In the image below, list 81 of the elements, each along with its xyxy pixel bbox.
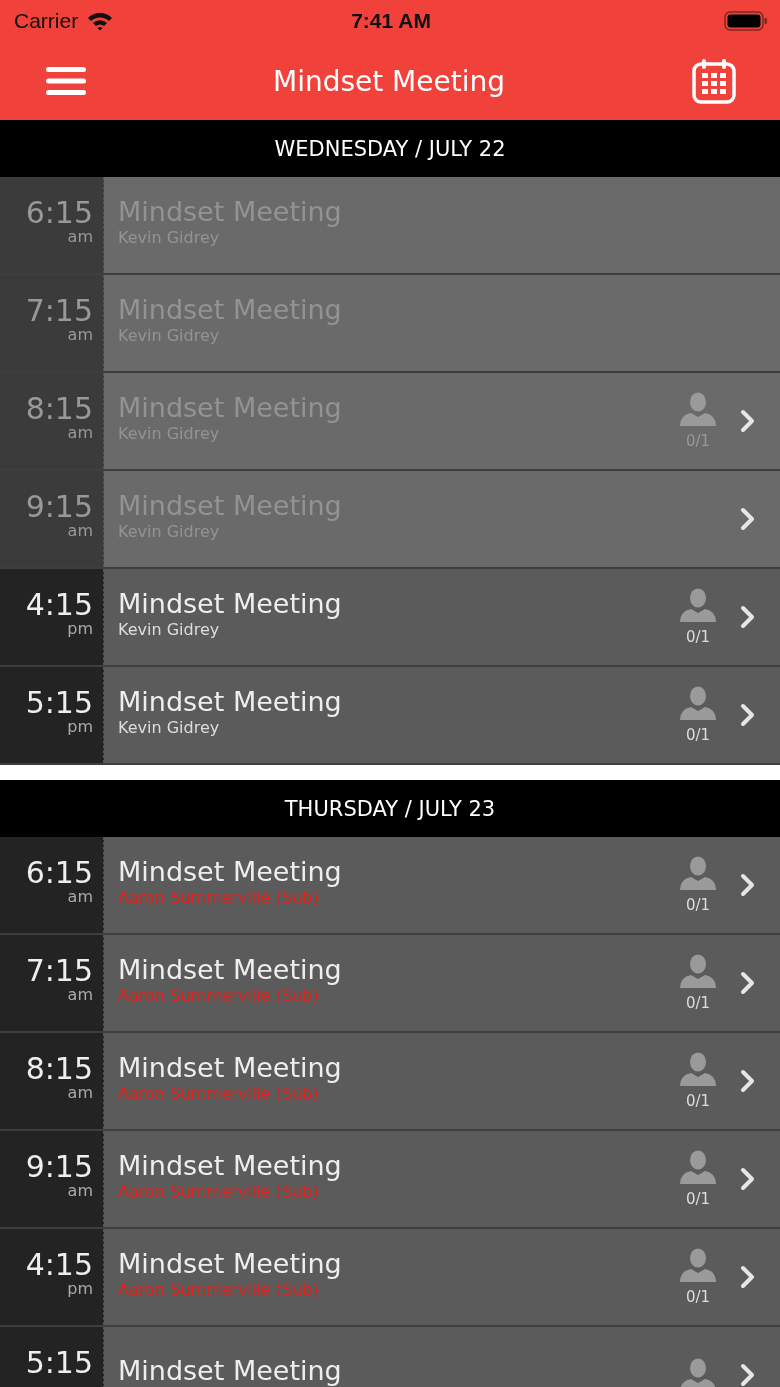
instructor-name: Aaron Summerville (Sub) [118, 889, 320, 907]
spots-count: 0/1 [685, 726, 711, 744]
session-row[interactable]: 4:15 pm Mindset Meeting Aaron Summerville (Sub) 0/1 [0, 1229, 780, 1327]
session-title: Mindset Meeting [118, 1149, 343, 1183]
session-meridiem: pm [67, 719, 93, 735]
session-row[interactable]: 6:15 am Mindset Meeting Aaron Summerville (Sub) 0/1 [0, 837, 780, 935]
instructor-name: Aaron Summerville (Sub) [118, 987, 320, 1005]
spots-count: 0/1 [685, 1092, 711, 1110]
session-meridiem: am [67, 889, 93, 905]
chevron-icon[interactable] [740, 873, 756, 897]
session-meridiem: am [67, 425, 93, 441]
session-row[interactable]: 4:15 pm Mindset Meeting Kevin Gidrey 0/1 [0, 569, 780, 667]
spots-count: 0/1 [685, 994, 711, 1012]
spots-count: 0/1 [685, 1190, 711, 1208]
session-time: 4:15 [25, 589, 93, 621]
session-time: 8:15 [25, 393, 93, 425]
session-row[interactable]: 5:15 Mindset Meeting [0, 1327, 780, 1387]
session-time: 8:15 [25, 1053, 93, 1085]
chevron-icon[interactable] [740, 1167, 756, 1191]
person-icon [679, 1248, 717, 1282]
session-title: Mindset Meeting [118, 685, 343, 719]
instructor-name: Kevin Gidrey [118, 621, 221, 639]
session-time: 7:15 [25, 295, 93, 327]
chevron-icon[interactable] [740, 1265, 756, 1289]
session-meridiem: pm [67, 621, 93, 637]
session-time: 4:15 [25, 1249, 93, 1281]
session-title: Mindset Meeting [118, 587, 343, 621]
session-time: 5:15 [25, 687, 93, 719]
session-meridiem: pm [67, 1281, 93, 1297]
person-icon [679, 686, 717, 720]
person-icon [679, 1150, 717, 1184]
session-meridiem: am [67, 1085, 93, 1101]
session-meridiem: am [67, 327, 93, 343]
chevron-icon[interactable] [740, 703, 756, 727]
chevron-icon[interactable] [740, 1069, 756, 1093]
carrier-name: Carrier [14, 9, 79, 33]
session-meridiem: am [67, 523, 93, 539]
session-meridiem: am [67, 229, 93, 245]
session-time: 7:15 [25, 955, 93, 987]
menu-icon[interactable] [46, 66, 86, 96]
chevron-icon[interactable] [740, 1363, 756, 1387]
instructor-name: Aaron Summerville (Sub) [118, 1183, 320, 1201]
session-time: 6:15 [25, 197, 93, 229]
session-row[interactable]: 5:15 pm Mindset Meeting Kevin Gidrey 0/1 [0, 667, 780, 765]
person-icon [679, 392, 717, 426]
person-icon [679, 1358, 717, 1387]
instructor-name: Aaron Summerville (Sub) [118, 1281, 320, 1299]
day-header: WEDNESDAY / JULY 22 [0, 120, 780, 177]
person-icon [679, 1052, 717, 1086]
session-title: Mindset Meeting [118, 1247, 343, 1281]
calendar-icon[interactable] [692, 58, 736, 104]
session-time: 9:15 [25, 1151, 93, 1183]
spots-count: 0/1 [685, 1288, 711, 1306]
wifi-icon [86, 11, 115, 31]
session-meridiem: am [67, 1183, 93, 1199]
session-title: Mindset Meeting [118, 855, 343, 889]
person-icon [679, 954, 717, 988]
session-time: 5:15 [25, 1347, 93, 1379]
screen-title: Mindset Meeting [272, 64, 505, 98]
spots-count: 0/1 [685, 628, 711, 646]
person-icon [679, 856, 717, 890]
session-title: Mindset Meeting [118, 953, 343, 987]
session-row[interactable]: 7:15 am Mindset Meeting Aaron Summerville (Sub) 0/1 [0, 935, 780, 1033]
chevron-icon[interactable] [740, 605, 756, 629]
session-time: 6:15 [25, 857, 93, 889]
session-row[interactable]: 9:15 am Mindset Meeting Aaron Summerville (Sub) 0/1 [0, 1131, 780, 1229]
person-icon [679, 588, 717, 622]
battery-icon [724, 10, 768, 32]
status-time: 7:41 AM [351, 9, 431, 33]
chevron-icon[interactable] [740, 409, 756, 433]
chevron-icon[interactable] [740, 507, 756, 531]
chevron-icon[interactable] [740, 971, 756, 995]
session-row[interactable]: 8:15 am Mindset Meeting Aaron Summerville (Sub) 0/1 [0, 1033, 780, 1131]
day-header: THURSDAY / JULY 23 [0, 780, 780, 837]
session-time: 9:15 [25, 491, 93, 523]
session-meridiem: am [67, 987, 93, 1003]
session-title: Mindset Meeting [118, 1051, 343, 1085]
spots-count: 0/1 [685, 896, 711, 914]
session-title: Mindset Meeting [118, 1354, 343, 1387]
instructor-name: Aaron Summerville (Sub) [118, 1085, 320, 1103]
instructor-name: Kevin Gidrey [118, 719, 221, 737]
